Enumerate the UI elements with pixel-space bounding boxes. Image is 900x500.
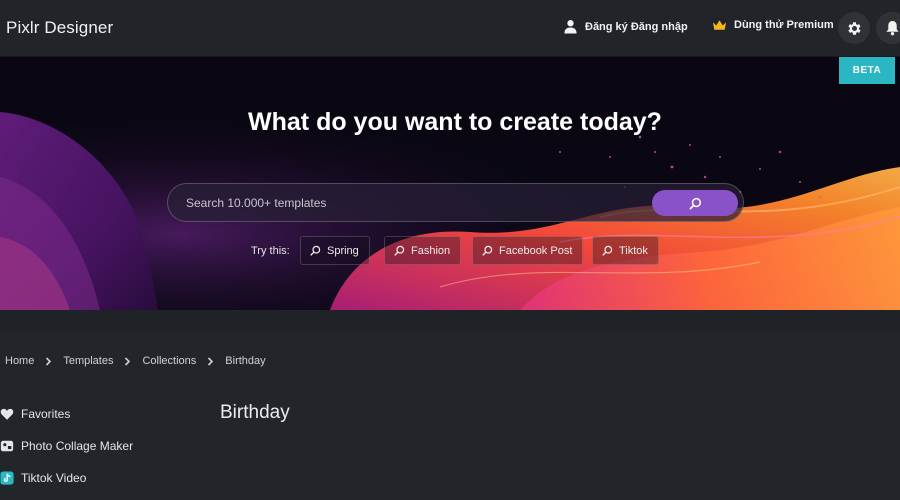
search-icon (482, 245, 493, 256)
bell-icon (885, 20, 899, 36)
page-title: Birthday (220, 402, 290, 423)
sidebar-item-label: Favorites (21, 407, 71, 421)
chevron-right-icon (45, 356, 52, 366)
section-divider (0, 310, 900, 331)
suggestion-chip-fashion[interactable]: Fashion (384, 236, 462, 265)
heart-icon (0, 408, 14, 420)
breadcrumb: Home Templates Collections Birthday (5, 355, 266, 367)
suggestion-label: Facebook Post (499, 244, 573, 257)
suggestion-chip-tiktok[interactable]: Tiktok (592, 236, 659, 265)
app-logo[interactable]: Pixlr Designer (6, 18, 113, 38)
gear-icon (847, 21, 861, 35)
sidebar-item-photo-collage-maker[interactable]: Photo Collage Maker (0, 439, 133, 453)
breadcrumb-home[interactable]: Home (5, 355, 34, 367)
breadcrumb-birthday: Birthday (225, 355, 266, 367)
collage-icon (0, 440, 14, 452)
chevron-right-icon (124, 356, 131, 366)
user-icon (564, 20, 577, 34)
search-icon (602, 245, 613, 256)
beta-badge[interactable]: BETA (839, 57, 895, 84)
search-icon (310, 245, 321, 256)
suggestion-label: Spring (327, 244, 359, 257)
search-icon (689, 197, 701, 209)
template-search-bar (167, 183, 744, 222)
breadcrumb-collections[interactable]: Collections (142, 355, 196, 367)
notifications-button[interactable] (876, 12, 900, 44)
login-button[interactable]: Đăng ký Đăng nhập (563, 19, 688, 34)
premium-label: Dùng thử Premium (734, 19, 834, 31)
sidebar-item-tiktok-video[interactable]: Tiktok Video (0, 471, 86, 485)
chevron-right-icon (207, 356, 214, 366)
crown-icon (712, 20, 727, 30)
top-bar: Pixlr Designer Đăng ký Đăng nhập Dùng th… (0, 0, 900, 57)
suggestion-label: Fashion (411, 244, 451, 257)
sidebar-item-favorites[interactable]: Favorites (0, 407, 70, 421)
suggestion-chip-facebook-post[interactable]: Facebook Post (472, 236, 584, 265)
try-this-label: Try this: (251, 245, 290, 257)
suggestion-label: Tiktok (619, 244, 648, 257)
hero-title: What do you want to create today? (248, 108, 662, 136)
template-search-input[interactable] (186, 184, 646, 221)
search-icon (394, 245, 405, 256)
sidebar-item-label: Tiktok Video (21, 471, 87, 485)
tiktok-icon (0, 471, 14, 485)
suggestion-chip-spring[interactable]: Spring (300, 236, 370, 265)
hero-banner: BETA What do you want to create today? T… (0, 57, 900, 310)
breadcrumb-templates[interactable]: Templates (63, 355, 113, 367)
settings-button[interactable] (838, 12, 870, 44)
login-label: Đăng ký Đăng nhập (585, 20, 688, 33)
premium-trial-button[interactable]: Dùng thử Premium (712, 19, 834, 31)
sidebar-item-label: Photo Collage Maker (21, 439, 134, 453)
search-button[interactable] (652, 190, 738, 216)
